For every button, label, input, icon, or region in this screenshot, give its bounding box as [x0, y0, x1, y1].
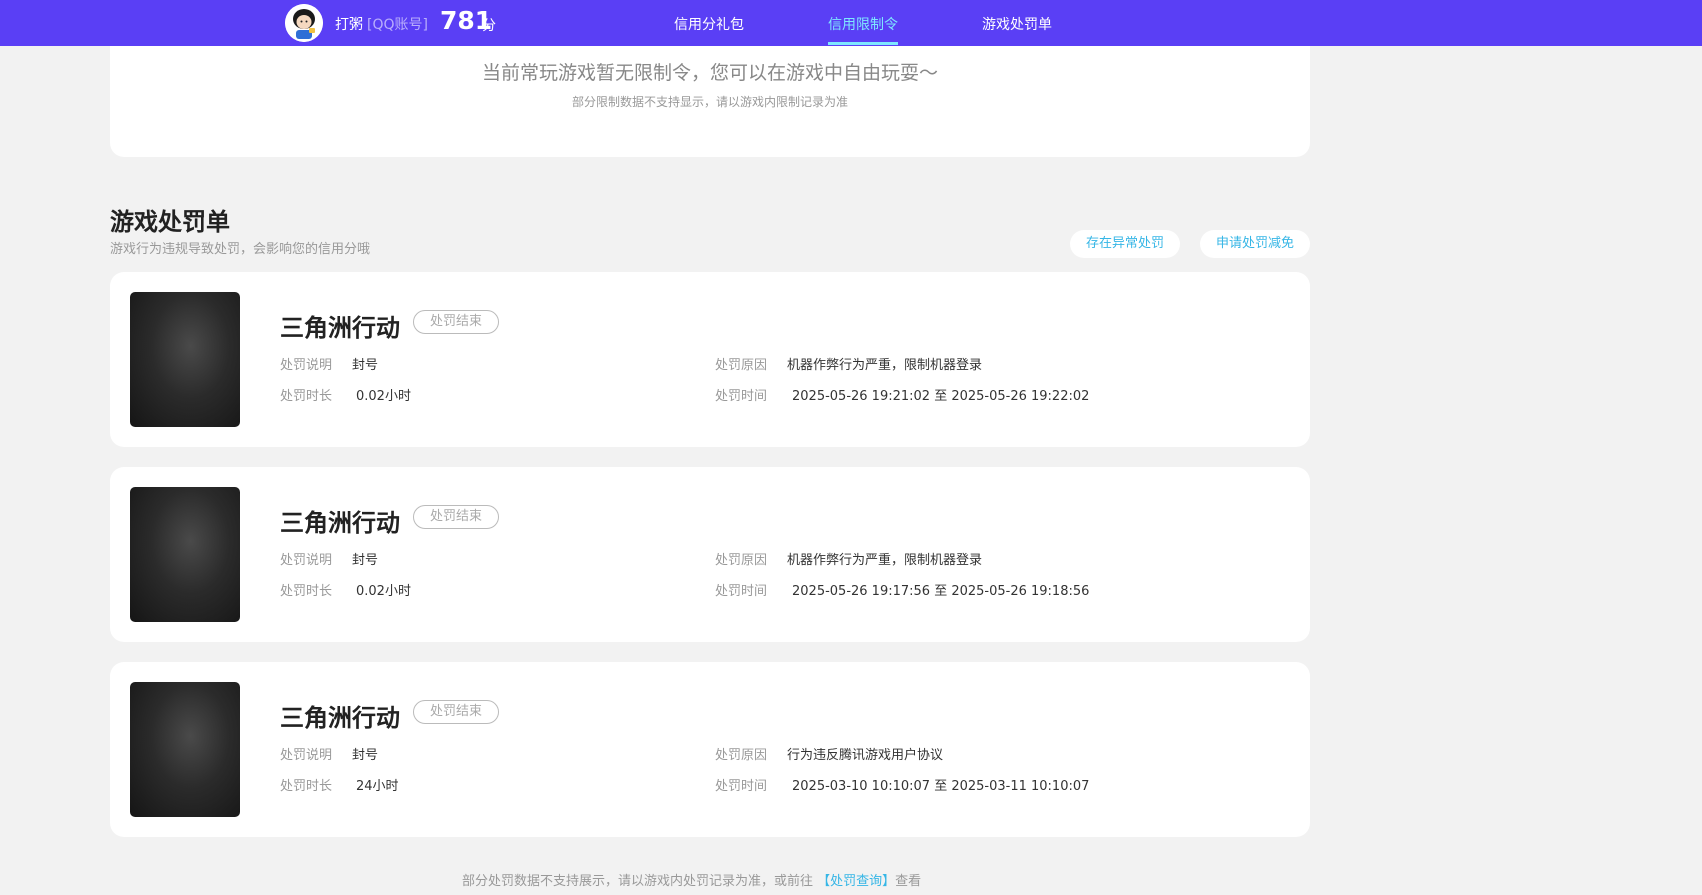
credit-score-unit: 分 — [482, 18, 496, 34]
penalty-desc-label: 处罚说明 — [280, 748, 333, 763]
penalty-desc-label: 处罚说明 — [280, 358, 333, 373]
penalty-reason-label: 处罚原因 — [715, 358, 768, 373]
penalty-reason-label: 处罚原因 — [715, 748, 768, 763]
penalty-card: 三角洲行动 处罚结束 处罚说明 封号 处罚时长 0.02小时 处罚原因 机器作弊… — [110, 467, 1310, 642]
penalty-card: 三角洲行动 处罚结束 处罚说明 封号 处罚时长 24小时 处罚原因 行为违反腾讯… — [110, 662, 1310, 837]
penalty-desc-value: 封号 — [352, 748, 379, 763]
restriction-status-text: 当前常玩游戏暂无限制令，您可以在游戏中自由玩耍～ — [481, 62, 938, 84]
penalty-duration-value: 0.02小时 — [356, 584, 411, 599]
penalty-time-label: 处罚时间 — [715, 584, 768, 599]
game-name: 三角洲行动 — [280, 704, 400, 732]
penalty-reason-value: 行为违反腾讯游戏用户协议 — [787, 748, 944, 763]
game-name: 三角洲行动 — [280, 509, 400, 537]
penalty-desc-value: 封号 — [352, 553, 379, 568]
penalty-duration-label: 处罚时长 — [280, 584, 333, 599]
game-cover-image — [130, 682, 240, 817]
top-nav-bar: 打粥 [QQ账号] 781 分 信用分礼包 信用限制令 游戏处罚单 — [0, 0, 1702, 46]
penalty-reason-value: 机器作弊行为严重，限制机器登录 — [787, 553, 983, 568]
penalty-duration-value: 24小时 — [356, 779, 399, 794]
penalty-time-value: 2025-05-26 19:17:56 至 2025-05-26 19:18:5… — [792, 584, 1090, 599]
penalty-duration-value: 0.02小时 — [356, 389, 411, 404]
restriction-card: 当前常玩游戏暂无限制令，您可以在游戏中自由玩耍～ 部分限制数据不支持显示，请以游… — [110, 46, 1310, 157]
penalty-duration-label: 处罚时长 — [280, 389, 333, 404]
penalty-time-value: 2025-03-10 10:10:07 至 2025-03-11 10:10:0… — [792, 779, 1090, 794]
penalty-reason-value: 机器作弊行为严重，限制机器登录 — [787, 358, 983, 373]
penalty-card: 三角洲行动 处罚结束 处罚说明 封号 处罚时长 0.02小时 处罚原因 机器作弊… — [110, 272, 1310, 447]
penalty-desc-value: 封号 — [352, 358, 379, 373]
penalty-time-value: 2025-05-26 19:21:02 至 2025-05-26 19:22:0… — [792, 389, 1090, 404]
apply-reduction-button[interactable]: 申请处罚减免 — [1200, 230, 1310, 258]
abnormal-penalty-button[interactable]: 存在异常处罚 — [1070, 230, 1180, 258]
tab-game-penalty[interactable]: 游戏处罚单 — [982, 14, 1052, 34]
section-subtitle: 游戏行为违规导致处罚，会影响您的信用分哦 — [110, 242, 371, 257]
game-name: 三角洲行动 — [280, 314, 400, 342]
game-cover-image — [130, 487, 240, 622]
penalty-reason-label: 处罚原因 — [715, 553, 768, 568]
penalty-desc-label: 处罚说明 — [280, 553, 333, 568]
penalty-duration-label: 处罚时长 — [280, 779, 333, 794]
avatar-cartoon-icon — [285, 4, 323, 42]
status-badge: 处罚结束 — [413, 505, 499, 529]
account-type-label: [QQ账号] — [367, 17, 428, 33]
tab-credit-gift[interactable]: 信用分礼包 — [674, 14, 744, 34]
status-badge: 处罚结束 — [413, 700, 499, 724]
user-nickname: 打粥 — [335, 17, 363, 33]
section-title: 游戏处罚单 — [110, 208, 230, 236]
footer-note: 部分处罚数据不支持展示，请以游戏内处罚记录为准，或前往 【处罚查询】查看 — [462, 870, 921, 889]
user-avatar[interactable] — [285, 4, 323, 42]
footer-note-text: 部分处罚数据不支持展示，请以游戏内处罚记录为准，或前往 — [462, 874, 818, 889]
penalty-query-link[interactable]: 【处罚查询】 — [817, 874, 895, 889]
penalty-time-label: 处罚时间 — [715, 779, 768, 794]
status-badge: 处罚结束 — [413, 310, 499, 334]
footer-note-suffix: 查看 — [895, 874, 922, 889]
penalty-time-label: 处罚时间 — [715, 389, 768, 404]
active-tab-indicator — [828, 42, 898, 45]
tab-credit-restriction[interactable]: 信用限制令 — [828, 14, 898, 34]
restriction-note: 部分限制数据不支持显示，请以游戏内限制记录为准 — [571, 95, 848, 109]
game-cover-image — [130, 292, 240, 427]
